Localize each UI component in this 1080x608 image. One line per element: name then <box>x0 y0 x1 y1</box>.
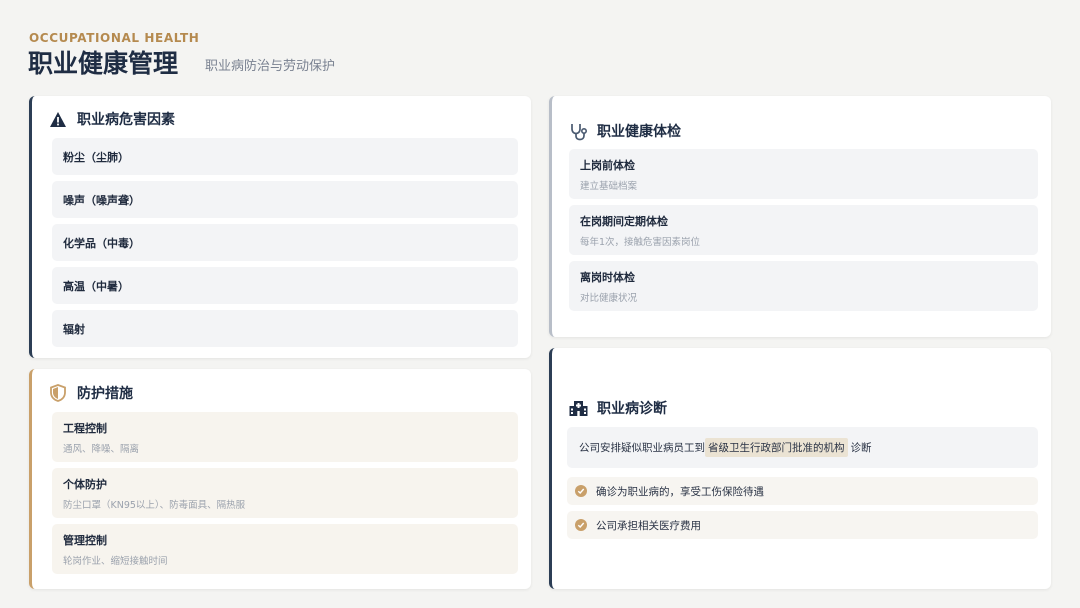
diagnosis-header: 职业病诊断 <box>568 398 667 418</box>
hazards-header: 职业病危害因素 <box>48 109 175 129</box>
hazard-label: 高温（中暑） <box>63 279 129 293</box>
check-icon <box>575 485 587 497</box>
protection-item-title: 管理控制 <box>63 533 107 547</box>
page-title: 职业健康管理 <box>28 49 179 78</box>
protection-item-desc: 防尘口罩（KN95以上）、防毒面具、隔热服 <box>63 499 246 511</box>
diagnosis-title: 职业病诊断 <box>597 401 667 417</box>
hazard-item-noise: 噪声（噪声聋） <box>52 181 518 218</box>
exam-item-title: 上岗前体检 <box>580 158 635 172</box>
protection-item: 个体防护 防尘口罩（KN95以上）、防毒面具、隔热服 <box>52 468 518 518</box>
hazard-label: 辐射 <box>63 322 85 336</box>
exam-card: 职业健康体检 上岗前体检 建立基础档案 在岗期间定期体检 每年1次，接触危害因素… <box>549 96 1051 337</box>
notice-text-before: 公司安排疑似职业病员工到 <box>579 442 705 454</box>
notice-highlight: 省级卫生行政部门批准的机构 <box>705 438 848 457</box>
exam-list: 上岗前体检 建立基础档案 在岗期间定期体检 每年1次，接触危害因素岗位 离岗时体… <box>569 149 1038 317</box>
protection-item-desc: 通风、降噪、隔离 <box>63 443 140 455</box>
protection-item: 管理控制 轮岗作业、缩短接触时间 <box>52 524 518 574</box>
bullet-text: 公司承担相关医疗费用 <box>596 519 701 532</box>
protection-list: 工程控制 通风、降噪、隔离 个体防护 防尘口罩（KN95以上）、防毒面具、隔热服… <box>52 412 518 580</box>
exam-item: 离岗时体检 对比健康状况 <box>569 261 1038 311</box>
diagnosis-bullet: 确诊为职业病的，享受工伤保险待遇 <box>567 477 1038 505</box>
hazard-item-heat: 高温（中暑） <box>52 267 518 304</box>
protection-header: 防护措施 <box>48 383 133 403</box>
protection-item-title: 个体防护 <box>63 477 107 491</box>
hospital-icon <box>568 398 588 418</box>
hazard-item-radiation: 辐射 <box>52 310 518 347</box>
hazard-label: 噪声（噪声聋） <box>63 193 140 207</box>
hazard-label: 粉尘（尘肺） <box>63 150 129 164</box>
exam-item-desc: 对比健康状况 <box>580 292 638 304</box>
diagnosis-bullet: 公司承担相关医疗费用 <box>567 511 1038 539</box>
exam-item: 上岗前体检 建立基础档案 <box>569 149 1038 199</box>
exam-item-title: 离岗时体检 <box>580 270 635 284</box>
bullet-text: 确诊为职业病的，享受工伤保险待遇 <box>596 485 764 498</box>
shield-icon <box>48 383 68 403</box>
hazards-list: 粉尘（尘肺） 噪声（噪声聋） 化学品（中毒） 高温（中暑） 辐射 <box>52 138 518 353</box>
check-icon <box>575 519 587 531</box>
exam-header: 职业健康体检 <box>568 121 681 141</box>
diagnosis-body: 公司安排疑似职业病员工到 省级卫生行政部门批准的机构 诊断 确诊为职业病的，享受… <box>567 427 1038 539</box>
eyebrow-label: OCCUPATIONAL HEALTH <box>29 31 200 45</box>
exam-item-desc: 建立基础档案 <box>580 180 638 192</box>
notice-text-after: 诊断 <box>850 442 872 454</box>
warning-icon <box>48 109 68 129</box>
protection-card: 防护措施 工程控制 通风、降噪、隔离 个体防护 防尘口罩（KN95以上）、防毒面… <box>29 369 531 589</box>
page-subtitle: 职业病防治与劳动保护 <box>205 59 336 74</box>
protection-item-desc: 轮岗作业、缩短接触时间 <box>63 555 168 567</box>
exam-title: 职业健康体检 <box>597 124 681 140</box>
hazard-item-dust: 粉尘（尘肺） <box>52 138 518 175</box>
exam-item-title: 在岗期间定期体检 <box>580 214 668 228</box>
protection-item: 工程控制 通风、降噪、隔离 <box>52 412 518 462</box>
exam-item-desc: 每年1次，接触危害因素岗位 <box>580 236 701 248</box>
hazards-title: 职业病危害因素 <box>77 112 175 128</box>
stethoscope-icon <box>568 121 588 141</box>
protection-title: 防护措施 <box>77 386 133 402</box>
diagnosis-notice: 公司安排疑似职业病员工到 省级卫生行政部门批准的机构 诊断 <box>567 427 1038 468</box>
diagnosis-card: 职业病诊断 公司安排疑似职业病员工到 省级卫生行政部门批准的机构 诊断 确诊为职… <box>549 348 1051 589</box>
hazard-label: 化学品（中毒） <box>63 236 140 250</box>
hazards-card: 职业病危害因素 粉尘（尘肺） 噪声（噪声聋） 化学品（中毒） 高温（中暑） 辐射 <box>29 96 531 358</box>
exam-item: 在岗期间定期体检 每年1次，接触危害因素岗位 <box>569 205 1038 255</box>
hazard-item-chemical: 化学品（中毒） <box>52 224 518 261</box>
protection-item-title: 工程控制 <box>63 421 107 435</box>
